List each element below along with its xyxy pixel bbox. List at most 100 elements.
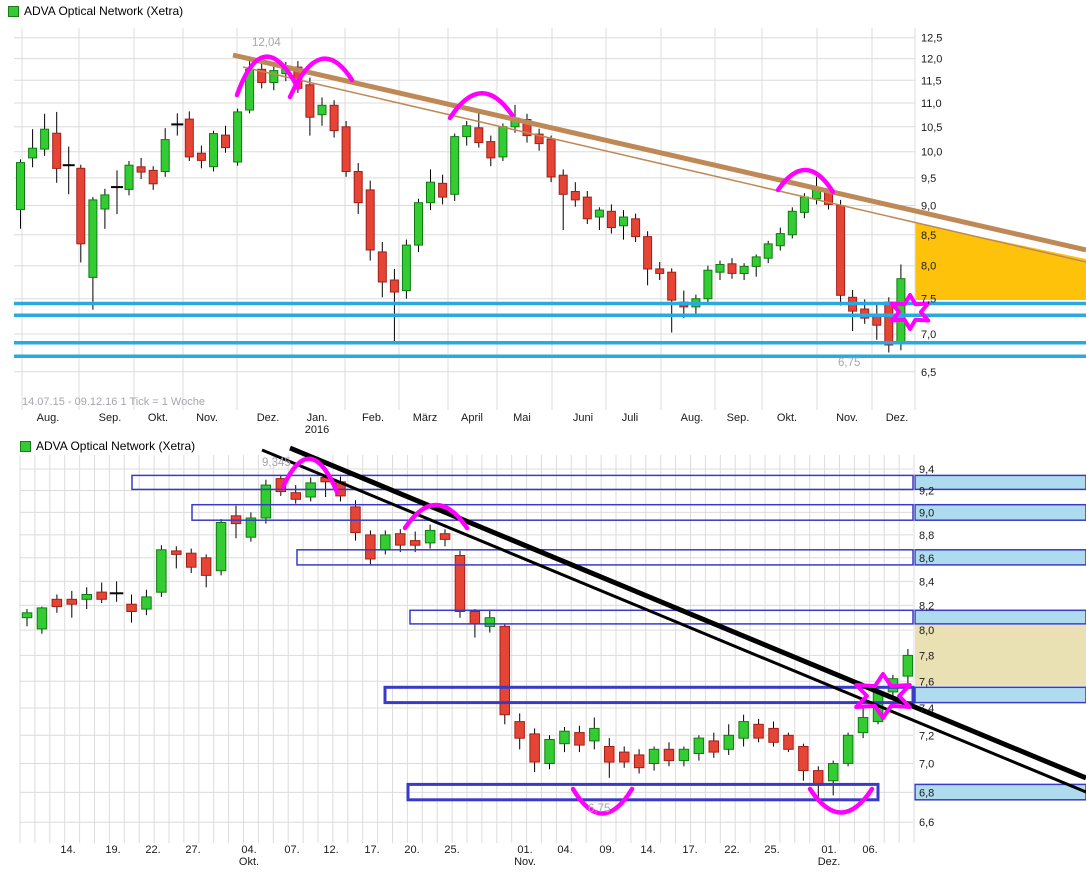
y-axis-label: 8,0 xyxy=(919,625,934,637)
x-axis-label: 17. xyxy=(364,844,379,856)
charts-canvas[interactable]: 12,04 6,75 12,5 12,0 11,5 11,0 10,5 10,0 9,5 9,0 8… xyxy=(0,0,1086,892)
price-range-highlight[interactable] xyxy=(915,625,1086,686)
candle-down xyxy=(341,126,351,173)
y-axis-label: 11,5 xyxy=(921,75,942,87)
x-axis-label: Sep. xyxy=(727,412,750,424)
candle-up xyxy=(424,529,436,544)
candle-up xyxy=(233,111,243,163)
x-axis-label: März xyxy=(413,412,437,424)
candle-down xyxy=(439,533,451,540)
candle-down xyxy=(798,746,809,772)
x-axis-label: Aug. xyxy=(37,412,60,424)
candle-up xyxy=(751,256,761,267)
x-axis-label: 25. xyxy=(764,844,779,856)
trend-line[interactable] xyxy=(232,52,1086,253)
x-axis-label: Feb. xyxy=(362,412,384,424)
x-axis-sublabel: Nov. xyxy=(514,856,536,868)
y-axis-label: 8,8 xyxy=(919,530,934,542)
y-axis-label: 7,0 xyxy=(921,329,936,341)
axis-zone-band[interactable] xyxy=(914,549,1086,566)
candle-down xyxy=(884,301,894,346)
axis-zone-band[interactable] xyxy=(914,474,1086,491)
x-axis-label: Sep. xyxy=(99,412,122,424)
candle-up xyxy=(594,209,604,218)
y-axis-label: 6,6 xyxy=(919,817,934,829)
price-note-label: 6,75 xyxy=(838,357,860,369)
candle-down xyxy=(148,169,158,185)
candle-down xyxy=(663,748,675,762)
x-axis-label: 22. xyxy=(724,844,739,856)
candle-down xyxy=(221,134,230,149)
candle-down xyxy=(329,104,339,132)
candle-up xyxy=(209,133,218,168)
candle-up xyxy=(619,216,628,227)
candle-up xyxy=(484,617,496,627)
candle-down xyxy=(570,191,580,201)
x-axis-label: Dez. xyxy=(886,412,909,424)
x-axis-label: 04. xyxy=(557,844,572,856)
axis-zone-band[interactable] xyxy=(914,503,1086,521)
x-axis-label: Okt. xyxy=(777,412,797,424)
axis-zone-band[interactable] xyxy=(914,686,1086,704)
candle-up xyxy=(28,147,38,159)
candle-up xyxy=(16,162,25,211)
candle-up xyxy=(380,534,391,551)
candle-up xyxy=(426,181,435,204)
candle-down xyxy=(546,138,556,178)
x-axis-label: 22. xyxy=(145,844,160,856)
candle-down xyxy=(365,189,375,251)
y-axis-label: 9,5 xyxy=(921,173,936,185)
candle-down xyxy=(365,534,376,560)
axis-labels: 9,4 9,2 9,0 8,8 8,6 8,4 8,2 8,0 7,8 7,6 7,4 7,2 7,0 6… xyxy=(60,464,934,868)
x-axis-label: 17. xyxy=(682,844,697,856)
candle-up xyxy=(739,265,749,274)
trend-wedge-highlight[interactable] xyxy=(915,223,1086,300)
price-note-label: 12,04 xyxy=(252,37,281,49)
x-axis-label: Juli xyxy=(622,412,639,424)
y-axis-label: 9,2 xyxy=(919,486,934,498)
support-resistance-zone[interactable] xyxy=(383,685,915,705)
y-axis-label: 12,5 xyxy=(921,33,942,45)
x-axis-label: 19. xyxy=(105,844,120,856)
support-resistance-zone[interactable] xyxy=(131,474,914,491)
candle-down xyxy=(51,598,63,608)
x-axis-label: 06. xyxy=(862,844,877,856)
y-axis-label: 11,0 xyxy=(921,98,942,110)
y-axis-label: 8,0 xyxy=(921,261,936,273)
candle-up xyxy=(81,594,92,600)
candle-up xyxy=(775,233,785,247)
candle-down xyxy=(353,171,363,204)
candle-up xyxy=(678,748,690,762)
x-axis-label: 09. xyxy=(599,844,614,856)
x-axis-sublabel: Okt. xyxy=(239,856,259,868)
axis-zone-band[interactable] xyxy=(914,783,1086,801)
candle-down xyxy=(305,84,315,118)
y-axis-label: 7,0 xyxy=(919,759,934,771)
x-axis-label: 25. xyxy=(444,844,459,856)
y-axis-label: 10,0 xyxy=(921,147,942,159)
y-axis-label: 8,5 xyxy=(921,230,936,242)
candle-up xyxy=(857,717,869,734)
candle-down xyxy=(558,174,568,195)
price-note-label: 6,75 xyxy=(588,803,610,815)
x-axis-sublabel: Dez. xyxy=(818,856,841,868)
x-axis-label: Nov. xyxy=(836,412,858,424)
candle-down xyxy=(290,492,301,500)
candle-down xyxy=(574,732,585,746)
x-axis-label: Mai xyxy=(513,412,531,424)
candle-down xyxy=(631,218,641,238)
candle-down xyxy=(454,555,466,612)
y-axis-label: 7,6 xyxy=(919,676,934,688)
axis-zone-band[interactable] xyxy=(914,609,1086,625)
candle-down xyxy=(389,279,399,293)
y-axis-label: 7,4 xyxy=(919,703,934,715)
candle-up xyxy=(589,727,600,742)
candle-down xyxy=(66,598,77,605)
x-axis-label: 27. xyxy=(185,844,200,856)
candle-down xyxy=(768,727,779,743)
candle-down xyxy=(186,552,197,568)
candle-up xyxy=(269,70,279,83)
candle-down xyxy=(619,751,630,763)
candle-up xyxy=(450,136,460,195)
price-note-label: 9,345 xyxy=(262,457,291,469)
